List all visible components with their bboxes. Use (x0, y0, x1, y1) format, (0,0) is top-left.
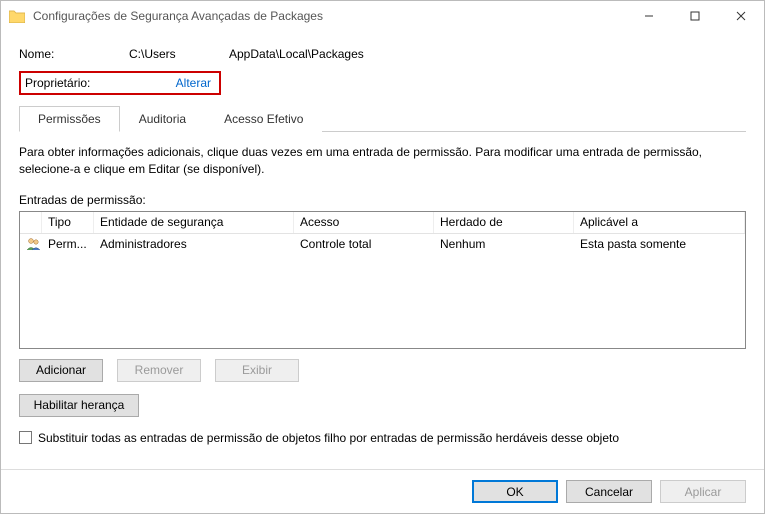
window-title: Configurações de Segurança Avançadas de … (33, 9, 626, 23)
cell-inherited: Nenhum (434, 237, 574, 251)
col-access[interactable]: Acesso (294, 212, 434, 233)
tab-effective-access[interactable]: Acesso Efetivo (205, 106, 322, 132)
entries-label: Entradas de permissão: (19, 193, 746, 207)
replace-children-label: Substituir todas as entradas de permissã… (38, 431, 619, 445)
owner-row-highlight: Proprietário: Alterar (19, 71, 221, 95)
window-buttons (626, 1, 764, 31)
cell-access: Controle total (294, 237, 434, 251)
permission-entries-list[interactable]: Tipo Entidade de segurança Acesso Herdad… (19, 211, 746, 349)
advanced-security-window: Configurações de Segurança Avançadas de … (0, 0, 765, 514)
minimize-button[interactable] (626, 1, 672, 31)
dialog-footer: OK Cancelar Aplicar (1, 469, 764, 513)
close-button[interactable] (718, 1, 764, 31)
maximize-button[interactable] (672, 1, 718, 31)
col-entity[interactable]: Entidade de segurança (94, 212, 294, 233)
table-row[interactable]: Perm... Administradores Controle total N… (20, 234, 745, 254)
principal-icon (20, 237, 42, 251)
name-value: C:\Users (129, 47, 229, 61)
cell-type: Perm... (42, 237, 94, 251)
add-button[interactable]: Adicionar (19, 359, 103, 382)
tab-permissions[interactable]: Permissões (19, 106, 120, 132)
apply-button: Aplicar (660, 480, 746, 503)
name-row: Nome: C:\Users AppData\Local\Packages (19, 43, 746, 65)
tab-auditing[interactable]: Auditoria (120, 106, 205, 132)
name-suffix: AppData\Local\Packages (229, 47, 364, 61)
owner-label: Proprietário: (25, 76, 125, 90)
view-button: Exibir (215, 359, 299, 382)
titlebar: Configurações de Segurança Avançadas de … (1, 1, 764, 31)
info-text: Para obter informações adicionais, cliqu… (19, 144, 746, 179)
tab-strip: Permissões Auditoria Acesso Efetivo (19, 105, 746, 132)
name-label: Nome: (19, 47, 129, 61)
col-applies[interactable]: Aplicável a (574, 212, 745, 233)
inherit-buttons: Habilitar herança (19, 394, 746, 417)
cell-entity: Administradores (94, 237, 294, 251)
column-headers: Tipo Entidade de segurança Acesso Herdad… (20, 212, 745, 234)
folder-icon (9, 9, 25, 23)
change-owner-link[interactable]: Alterar (176, 76, 215, 90)
remove-button: Remover (117, 359, 201, 382)
replace-children-row: Substituir todas as entradas de permissã… (19, 431, 746, 445)
col-blank (20, 212, 42, 233)
enable-inheritance-button[interactable]: Habilitar herança (19, 394, 139, 417)
ok-button[interactable]: OK (472, 480, 558, 503)
content-area: Nome: C:\Users AppData\Local\Packages Pr… (1, 31, 764, 469)
col-type[interactable]: Tipo (42, 212, 94, 233)
cancel-button[interactable]: Cancelar (566, 480, 652, 503)
col-inherited[interactable]: Herdado de (434, 212, 574, 233)
entry-buttons: Adicionar Remover Exibir (19, 359, 746, 382)
cell-applies: Esta pasta somente (574, 237, 745, 251)
replace-children-checkbox[interactable] (19, 431, 32, 444)
